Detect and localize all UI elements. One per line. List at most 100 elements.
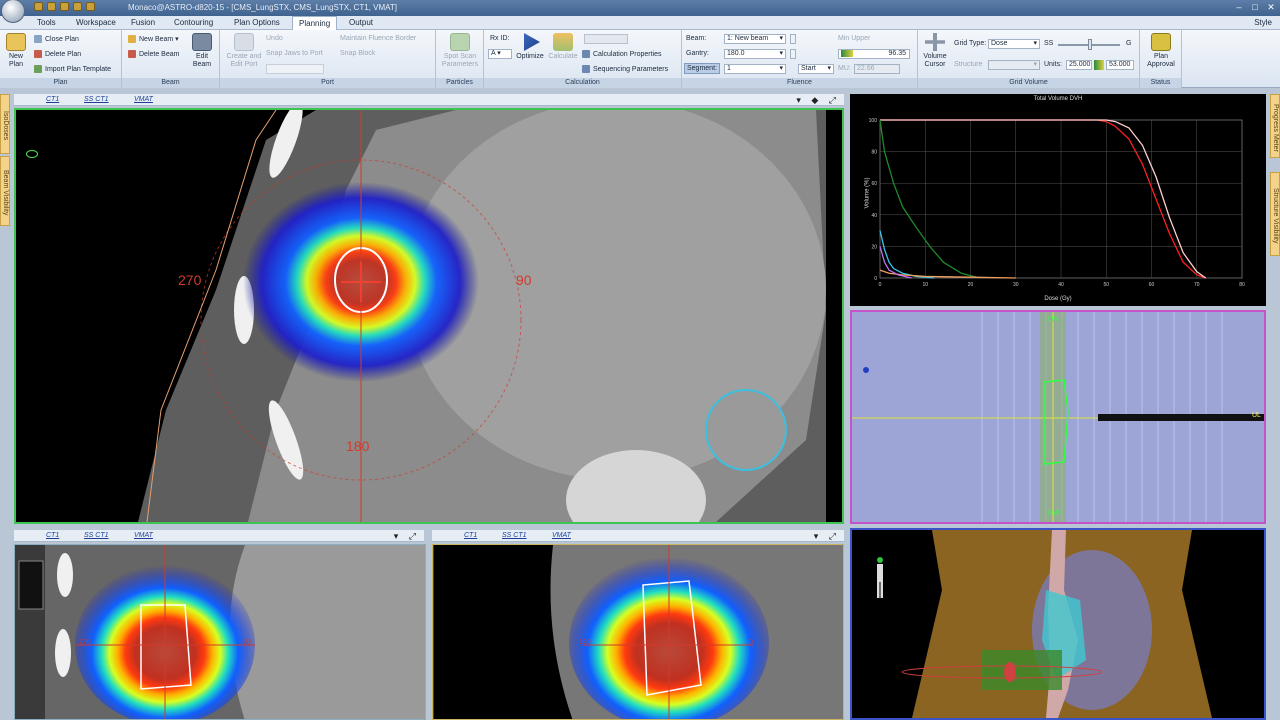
maintain-fluence-button[interactable]: Maintain Fluence Border	[340, 35, 416, 42]
beam-spinner[interactable]	[790, 34, 796, 44]
coronal-ct-image	[15, 545, 425, 719]
drr-bottom-label: RW	[1048, 510, 1060, 517]
axial-view[interactable]: 270 90 180	[14, 108, 844, 524]
calculation-properties-button[interactable]: Calculation Properties	[582, 50, 661, 58]
structure-select[interactable]: ▾	[988, 60, 1040, 70]
beams-eye-view[interactable]: LW RW UL	[850, 310, 1266, 524]
beam-visibility-side-tab[interactable]: Beam Visibility	[0, 156, 10, 226]
beam-group-label: Beam	[122, 78, 219, 88]
delete-beam-button[interactable]: Delete Beam	[128, 50, 179, 58]
port-mini-toolbar[interactable]	[266, 64, 324, 74]
menu-tools[interactable]: Tools	[37, 18, 56, 27]
calculate-button[interactable]: Calculate	[546, 33, 580, 61]
tab-vmat[interactable]: VMAT	[134, 96, 153, 103]
playback-controls[interactable]	[584, 34, 628, 44]
view-tools[interactable]: ▾ ⤢	[814, 531, 840, 542]
print-icon[interactable]	[60, 2, 69, 11]
segment-field[interactable]: 1 ▾	[724, 64, 786, 74]
view-tools[interactable]: ▾ ◆ ⤢	[796, 95, 840, 106]
menu-plan-options[interactable]: Plan Options	[234, 18, 280, 27]
port-icon	[234, 33, 254, 51]
fluence-group: Beam: 1: New beam ▾ Gantry: 180.0 ▾ Segmen…	[682, 30, 918, 88]
dvh-xlabel: Dose (Gy)	[1044, 296, 1072, 302]
beam-select[interactable]: 1: New beam ▾	[724, 34, 786, 44]
rx-id-select[interactable]: A ▾	[488, 49, 512, 59]
sagittal-angle-180: 180	[579, 639, 591, 646]
undo-port-button[interactable]: Undo	[266, 35, 283, 42]
start-select[interactable]: Start ▾	[798, 64, 834, 74]
menu-workspace[interactable]: Workspace	[76, 18, 116, 27]
dvh-xtick-label: 60	[1149, 282, 1155, 288]
tab-vmat[interactable]: VMAT	[134, 532, 153, 539]
menu-fusion[interactable]: Fusion	[131, 18, 155, 27]
mu-field[interactable]: 22.66	[854, 64, 900, 74]
new-plan-button[interactable]: New Plan	[3, 33, 29, 69]
dvh-plot: 0 10 20 30 40 50 60 70 80 0 20 40 60 80 100	[869, 118, 1245, 288]
grid-type-select[interactable]: Dose ▾	[988, 39, 1040, 49]
min-upper-field[interactable]: 96.35	[838, 49, 910, 59]
mu-label: MU:	[838, 65, 851, 72]
menu-output[interactable]: Output	[349, 18, 373, 27]
tab-ss-ct1[interactable]: SS CT1	[502, 532, 527, 539]
sagittal-view[interactable]: 180 0	[432, 544, 844, 720]
grid-slider-thumb[interactable]	[1088, 39, 1092, 50]
plan-approval-button[interactable]: Plan Approval	[1142, 33, 1180, 69]
minimize-icon[interactable]: –	[1234, 2, 1244, 12]
particles-group-label: Particles	[436, 78, 483, 88]
snap-block-button[interactable]: Snap Block	[340, 50, 375, 57]
min-upper-label: Min Upper	[838, 35, 871, 42]
tab-ss-ct1[interactable]: SS CT1	[84, 532, 109, 539]
units-high-field[interactable]: 53.000	[1106, 60, 1134, 70]
dvh-chart[interactable]: Total Volume DVH 0 10 20 30 40 50 60 70 80 0 20 40 6…	[850, 94, 1266, 306]
save-icon[interactable]	[34, 2, 43, 11]
dvh-xtick-label: 20	[968, 282, 974, 288]
tab-ss-ct1[interactable]: SS CT1	[84, 96, 109, 103]
application-menu-button[interactable]	[1, 0, 25, 23]
undo-icon[interactable]	[73, 2, 82, 11]
import-template-button[interactable]: Import Plan Template	[34, 65, 111, 73]
tab-ct1[interactable]: CT1	[46, 532, 59, 539]
menu-planning[interactable]: Planning	[292, 16, 338, 31]
delete-plan-button[interactable]: Delete Plan	[34, 50, 81, 58]
snap-jaws-button[interactable]: Snap Jaws to Port	[266, 50, 323, 57]
open-icon[interactable]	[47, 2, 56, 11]
units-low-field[interactable]: 25.000	[1066, 60, 1092, 70]
dvh-xtick-label: 70	[1194, 282, 1200, 288]
style-menu[interactable]: Style	[1254, 18, 1272, 27]
sequencing-parameters-button[interactable]: Sequencing Parameters	[582, 65, 668, 73]
coronal-view[interactable]: 270 90	[14, 544, 426, 720]
3d-volume-view[interactable]	[850, 528, 1266, 720]
tab-ct1[interactable]: CT1	[464, 532, 477, 539]
close-plan-button[interactable]: Close Plan	[34, 35, 79, 43]
edit-beam-button[interactable]: Edit Beam	[188, 33, 216, 69]
dvh-xtick-label: 50	[1103, 282, 1109, 288]
window-controls: – □ ✕	[1234, 2, 1276, 12]
angle-270-label: 270	[178, 272, 202, 288]
isodoses-side-tab[interactable]: IsoDoses	[0, 94, 10, 154]
window-title: Monaco@ASTRO-d820-15 - [CMS_LungSTX, CMS…	[128, 3, 397, 12]
redo-icon[interactable]	[86, 2, 95, 11]
new-beam-button[interactable]: New Beam ▾	[128, 35, 179, 44]
sagittal-view-header: CT1 SS CT1 VMAT ▾ ⤢	[432, 530, 844, 542]
tab-vmat[interactable]: VMAT	[552, 532, 571, 539]
beam-label: Beam:	[686, 35, 707, 42]
title-bar: Monaco@ASTRO-d820-15 - [CMS_LungSTX, CMS…	[0, 0, 1280, 16]
gantry-spinner[interactable]	[790, 49, 796, 59]
dvh-ytick-label: 40	[871, 213, 877, 219]
gantry-field[interactable]: 180.0 ▾	[724, 49, 786, 59]
view-tools[interactable]: ▾ ⤢	[394, 531, 420, 542]
g-label: G	[1126, 40, 1132, 47]
drr-image	[852, 312, 1264, 522]
optimize-button[interactable]: Optimize	[514, 33, 546, 61]
menu-contouring[interactable]: Contouring	[174, 18, 213, 27]
close-icon[interactable]: ✕	[1266, 2, 1276, 12]
units-label: Units:	[1044, 61, 1062, 68]
progress-meter-side-tab[interactable]: Progress Meter	[1270, 94, 1280, 158]
spot-scan-button[interactable]: Spot Scan Parameters	[440, 33, 480, 69]
structure-visibility-side-tab[interactable]: Structure Visibility	[1270, 172, 1280, 256]
create-edit-port-button[interactable]: Create and Edit Port	[224, 33, 264, 69]
fluence-group-label: Fluence	[682, 78, 917, 88]
tab-ct1[interactable]: CT1	[46, 96, 59, 103]
volume-cursor-button[interactable]: Volume Cursor	[920, 33, 950, 69]
maximize-icon[interactable]: □	[1250, 2, 1260, 12]
